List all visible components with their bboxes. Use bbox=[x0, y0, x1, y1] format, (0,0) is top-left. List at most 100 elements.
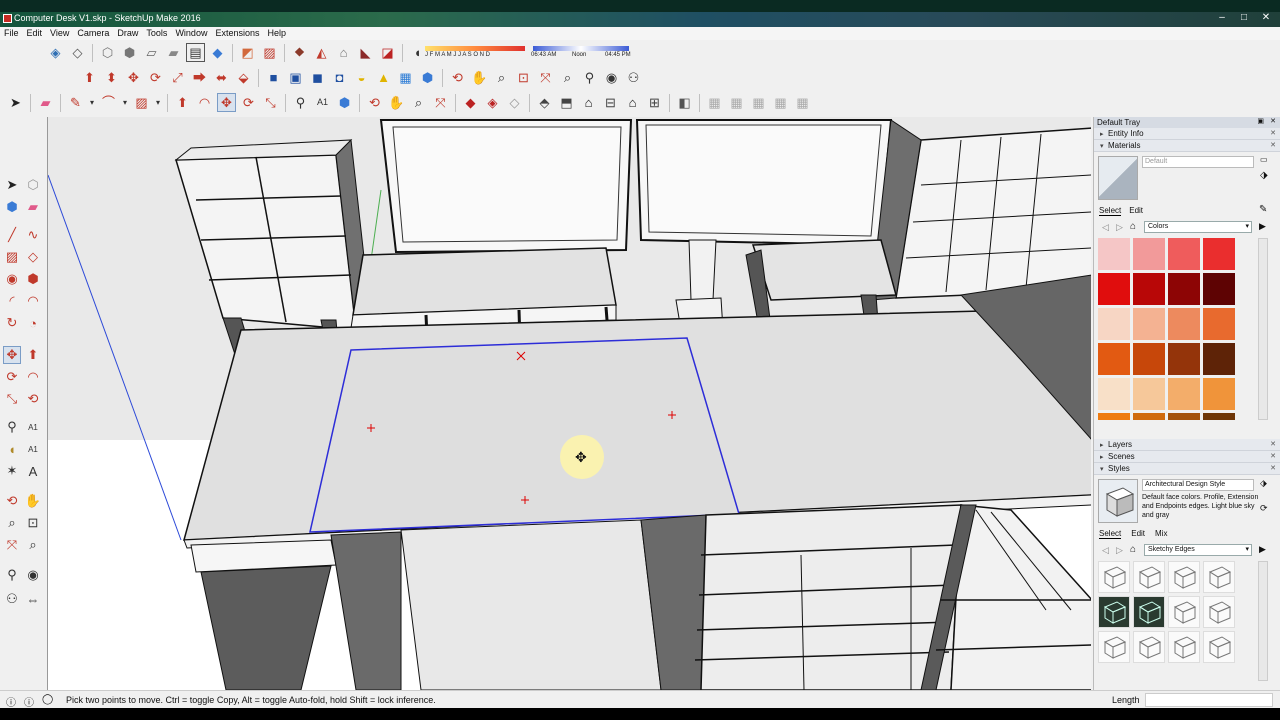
tab-select[interactable]: Select bbox=[1099, 529, 1122, 539]
color-swatch[interactable] bbox=[1098, 308, 1130, 340]
dimension-icon[interactable]: A1 bbox=[24, 440, 42, 458]
style-thumbnail[interactable] bbox=[1203, 596, 1235, 628]
maximize-button[interactable]: □ bbox=[1236, 13, 1252, 24]
pan-icon[interactable]: ✋ bbox=[470, 68, 489, 87]
line-icon[interactable]: ╱ bbox=[3, 226, 21, 244]
color-swatch[interactable] bbox=[1203, 413, 1235, 420]
top-view-icon[interactable]: ◇ bbox=[68, 43, 87, 62]
scale-icon[interactable]: ⤡ bbox=[3, 390, 21, 408]
eraser-icon[interactable]: ▰ bbox=[36, 93, 55, 112]
color-swatch[interactable] bbox=[1168, 343, 1200, 375]
style-thumbnail[interactable] bbox=[1168, 631, 1200, 663]
measurements-input[interactable] bbox=[1145, 693, 1273, 707]
style-thumbnail[interactable] bbox=[1203, 561, 1235, 593]
dropdown-arrow-icon[interactable]: ▾ bbox=[88, 93, 96, 112]
layer-manager-icon[interactable]: ◼ bbox=[308, 68, 327, 87]
color-swatch[interactable] bbox=[1133, 238, 1165, 270]
layers-panel-header[interactable]: ▸ Layers ✕ bbox=[1094, 439, 1280, 451]
style-thumbnail[interactable] bbox=[1168, 596, 1200, 628]
move-icon[interactable]: ✥ bbox=[3, 346, 21, 364]
home-icon[interactable]: ⌂ bbox=[1130, 544, 1136, 555]
intersect-icon[interactable]: ⬌ bbox=[212, 68, 231, 87]
share-model-icon[interactable]: ◈ bbox=[483, 93, 502, 112]
details-arrow-icon[interactable]: ▶ bbox=[1259, 221, 1266, 232]
menu-draw[interactable]: Draw bbox=[113, 27, 142, 40]
month-slider[interactable] bbox=[425, 46, 525, 51]
style-thumbnail[interactable] bbox=[1098, 596, 1130, 628]
scenes-panel-header[interactable]: ▸ Scenes ✕ bbox=[1094, 451, 1280, 463]
color-swatch[interactable] bbox=[1098, 238, 1130, 270]
color-swatch[interactable] bbox=[1168, 413, 1200, 420]
shaded-textures-icon[interactable]: ▤ bbox=[186, 43, 205, 62]
close-button[interactable]: ✕ bbox=[1258, 13, 1274, 24]
tab-edit[interactable]: Edit bbox=[1131, 529, 1145, 539]
previous-view-icon[interactable]: ⌕ bbox=[558, 68, 577, 87]
select-icon[interactable]: ➤ bbox=[3, 176, 21, 194]
color-swatch[interactable] bbox=[1203, 378, 1235, 410]
paint-bucket-icon[interactable]: ⬢ bbox=[418, 68, 437, 87]
styles-panel-header[interactable]: ▾ Styles ✕ bbox=[1094, 463, 1280, 475]
follow-me-icon[interactable]: ⮕ bbox=[190, 68, 209, 87]
dropdown-arrow-icon[interactable]: ▾ bbox=[121, 93, 129, 112]
pushpull-icon[interactable]: ⬆ bbox=[80, 68, 99, 87]
left-view-icon[interactable]: ⊞ bbox=[645, 93, 664, 112]
make-component-icon[interactable]: ⬡ bbox=[24, 176, 42, 194]
tab-mix[interactable]: Mix bbox=[1155, 529, 1167, 539]
bulb-icon[interactable]: ◒ bbox=[352, 68, 371, 87]
forward-arrow-icon[interactable]: ▷ bbox=[1116, 222, 1123, 233]
triangle-icon[interactable]: ▲ bbox=[374, 68, 393, 87]
color-swatch[interactable] bbox=[1133, 308, 1165, 340]
group-icon[interactable]: ▣ bbox=[286, 68, 305, 87]
style-name-field[interactable]: Architectural Design Style bbox=[1142, 479, 1254, 491]
look-around-icon[interactable]: ◉ bbox=[24, 566, 42, 584]
color-swatch[interactable] bbox=[1203, 308, 1235, 340]
pan-icon[interactable]: ✋ bbox=[387, 93, 406, 112]
zoom-window-icon[interactable]: ⊡ bbox=[514, 68, 533, 87]
tab-edit[interactable]: Edit bbox=[1129, 206, 1143, 216]
style-thumbnail[interactable] bbox=[1133, 561, 1165, 593]
tab-select[interactable]: Select bbox=[1099, 206, 1122, 216]
two-point-arc-icon[interactable]: ◠ bbox=[24, 292, 42, 310]
sandbox-icon[interactable]: ▦ bbox=[705, 93, 724, 112]
color-swatch[interactable] bbox=[1133, 343, 1165, 375]
menu-window[interactable]: Window bbox=[171, 27, 211, 40]
axes-icon[interactable]: ✶ bbox=[3, 462, 21, 480]
forward-arrow-icon[interactable]: ▷ bbox=[1116, 545, 1123, 556]
tray-close-icon[interactable]: ✕ bbox=[1270, 117, 1276, 125]
styles-scrollbar[interactable] bbox=[1258, 561, 1268, 681]
move-icon[interactable]: ✥ bbox=[217, 93, 236, 112]
walk-icon[interactable]: ⚇ bbox=[3, 590, 21, 608]
outliner-icon[interactable]: ◘ bbox=[330, 68, 349, 87]
iso-view-icon[interactable]: ⬘ bbox=[535, 93, 554, 112]
pie-icon[interactable]: ◔ bbox=[24, 314, 42, 332]
wireframe-icon[interactable]: ⬢ bbox=[120, 43, 139, 62]
minimize-button[interactable]: – bbox=[1214, 13, 1230, 24]
credits-icon[interactable]: ⓘ bbox=[24, 694, 34, 709]
dropdown-arrow-icon[interactable]: ▾ bbox=[154, 93, 162, 112]
create-material-icon[interactable]: ⬗ bbox=[1260, 170, 1268, 181]
orbit-icon[interactable]: ⟲ bbox=[448, 68, 467, 87]
tape-measure-icon[interactable]: ⚲ bbox=[3, 418, 21, 436]
model-viewport[interactable]: ✥ bbox=[47, 117, 1091, 690]
color-swatch[interactable] bbox=[1168, 273, 1200, 305]
style-thumbnail[interactable] bbox=[1133, 631, 1165, 663]
style-thumbnail[interactable] bbox=[1133, 596, 1165, 628]
monochrome-icon[interactable]: ◆ bbox=[208, 43, 227, 62]
photo-textures-icon[interactable]: ⌂ bbox=[334, 43, 353, 62]
rotate-icon[interactable]: ⟳ bbox=[3, 368, 21, 386]
user-icon[interactable]: ◯ bbox=[42, 694, 53, 705]
offset-icon[interactable]: ⬍ bbox=[102, 68, 121, 87]
orbit-icon[interactable]: ⟲ bbox=[3, 492, 21, 510]
iso-view-icon[interactable]: ◈ bbox=[46, 43, 65, 62]
stamp-icon[interactable]: ▦ bbox=[771, 93, 790, 112]
circle-icon[interactable]: ◉ bbox=[3, 270, 21, 288]
walk-icon[interactable]: ⚇ bbox=[624, 68, 643, 87]
material-name-field[interactable]: Default bbox=[1142, 156, 1254, 168]
freehand-icon[interactable]: ∿ bbox=[24, 226, 42, 244]
pan-icon[interactable]: ✋ bbox=[24, 492, 42, 510]
follow-me-icon[interactable]: ◠ bbox=[24, 368, 42, 386]
pencil-icon[interactable]: ✎ bbox=[66, 93, 85, 112]
color-swatch[interactable] bbox=[1168, 238, 1200, 270]
back-view-icon[interactable]: ⌂ bbox=[623, 93, 642, 112]
color-swatch[interactable] bbox=[1203, 343, 1235, 375]
